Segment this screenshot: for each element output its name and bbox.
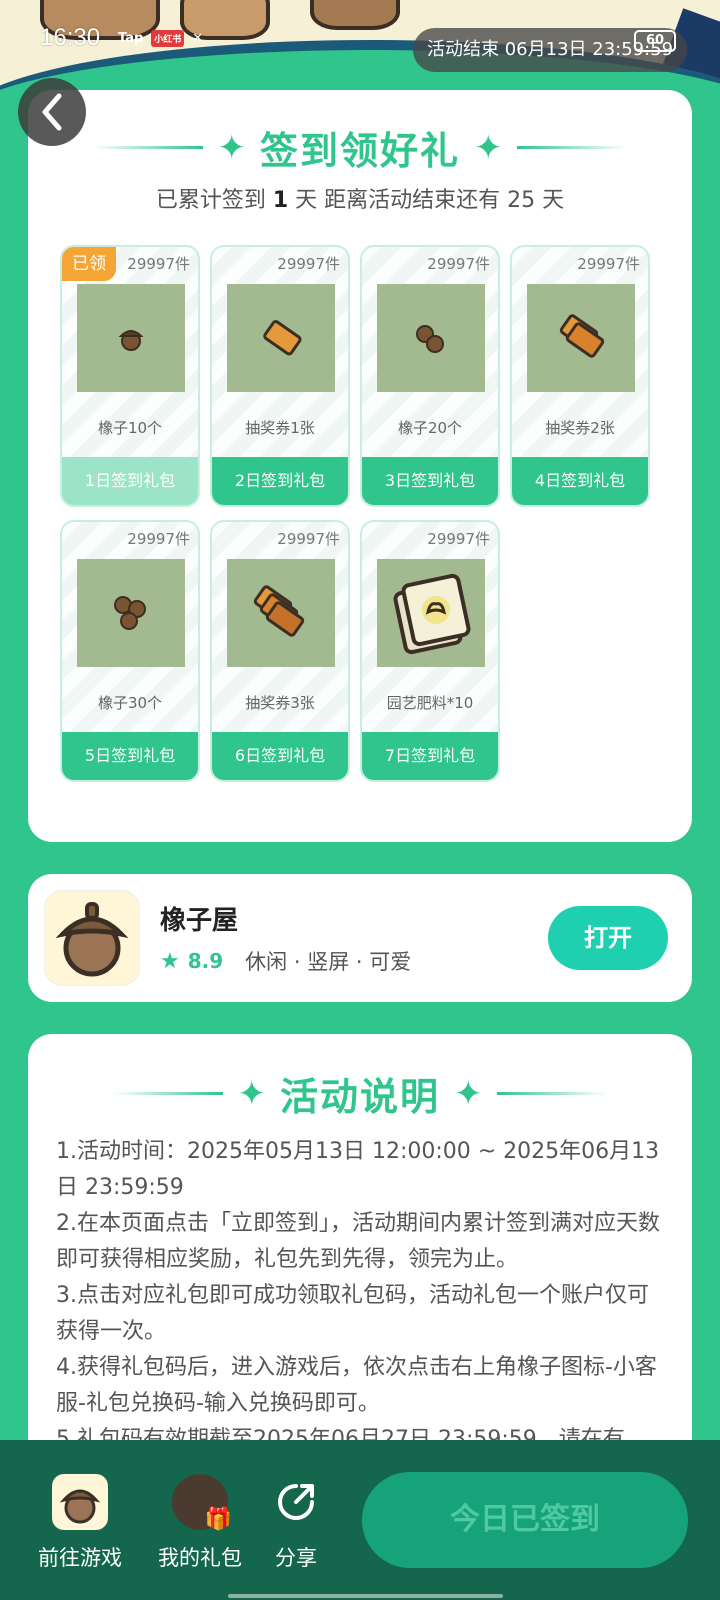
gift-stock: 29997件 [427,530,490,548]
gift-label: 2日签到礼包 [212,457,348,505]
gift-name: 抽奖券2张 [545,419,615,437]
gift-label: 5日签到礼包 [62,732,198,780]
acorn-icon [114,596,146,630]
rule-line: 4.获得礼包码后，进入游戏后，依次点击右上角橡子图标-小客服-礼包兑换码-输入兑… [56,1355,657,1416]
signin-card: ✦ 签到领好礼 ✦ 已累计签到 1 天 距离活动结束还有 25 天 已领 299… [28,90,692,842]
share-tab[interactable]: 分享 [266,1474,326,1572]
app-meta: ★ 8.9 休闲 · 竖屏 · 可爱 [160,946,411,976]
star-icon: ★ [160,948,180,974]
ticket-icon [263,320,302,356]
share-label: 分享 [275,1546,317,1570]
acorn-icon [55,902,129,977]
days-left-count: 25 [507,188,536,213]
gift-card-day1[interactable]: 已领 29997件 橡子10个 1日签到礼包 [60,245,200,507]
gift-thumbnail [227,559,335,667]
gift-card-day6[interactable]: 29997件 抽奖券3张 6日签到礼包 [210,520,350,782]
signed-days-count: 1 [272,188,289,213]
status-bar: 16:30 Tap 小红书 ✕ 活动结束 06月13日 23:59:59 60 [0,0,720,82]
gift-label: 4日签到礼包 [512,457,648,505]
share-icon [268,1474,324,1530]
gift-card-day3[interactable]: 29997件 橡子20个 3日签到礼包 [360,245,500,507]
gift-label: 7日签到礼包 [362,732,498,780]
gift-name: 园艺肥料*10 [386,694,474,712]
gift-name: 橡子20个 [397,419,463,437]
app-card: 橡子屋 ★ 8.9 休闲 · 竖屏 · 可爱 打开 [28,874,692,1002]
fertilizer-icon [393,573,471,655]
rule-line: 1.活动时间：2025年05月13日 12:00:00 ~ 2025年06月13… [56,1139,660,1200]
gift-name: 橡子30个 [97,694,163,712]
gift-thumbnail [377,284,485,392]
open-app-button[interactable]: 打开 [548,906,668,970]
sparkle-icon: ✦ [474,127,503,168]
checked-in-button[interactable]: 今日已签到 [362,1472,688,1568]
tap-app-icon: Tap [118,31,144,46]
acorn-icon [118,330,144,351]
gift-name: 橡子10个 [97,419,163,437]
gift-label: 1日签到礼包 [62,457,198,505]
xiaohongshu-app-icon: 小红书 [151,30,185,47]
gift-stock: 29997件 [427,255,490,273]
gift-thumbnail [77,559,185,667]
gift-thumbnail [227,284,335,392]
gift-stock: 29997件 [127,530,190,548]
gift-card-day2[interactable]: 29997件 抽奖券1张 2日签到礼包 [210,245,350,507]
bottom-action-bar: 前往游戏 🎁 我的礼包 分享 今日已签到 [0,1440,720,1600]
gift-card-day4[interactable]: 29997件 抽奖券2张 4日签到礼包 [510,245,650,507]
gift-label: 6日签到礼包 [212,732,348,780]
ticket-icon [253,585,305,637]
gift-stock: 29997件 [577,255,640,273]
claimed-badge: 已领 [62,247,116,281]
home-indicator [228,1594,503,1598]
my-gifts-tab[interactable]: 🎁 我的礼包 [150,1474,250,1572]
go-game-tab[interactable]: 前往游戏 [30,1474,130,1572]
app-rating: 8.9 [187,949,224,973]
ticket-icon [559,314,605,358]
app-icon[interactable] [44,890,140,986]
fan-icon: ✕ [192,31,204,46]
app-tags: 休闲 · 竖屏 · 可爱 [245,950,412,974]
gift-box-icon: 🎁 [204,1507,232,1532]
signin-title-text: 签到领好礼 [259,129,460,173]
gift-card-day5[interactable]: 29997件 橡子30个 5日签到礼包 [60,520,200,782]
gift-stock: 29997件 [277,530,340,548]
gift-name: 抽奖券3张 [245,694,315,712]
rule-line: 3.点击对应礼包即可成功领取礼包码，活动礼包一个账户仅可获得一次。 [56,1283,649,1344]
go-game-label: 前往游戏 [38,1546,122,1570]
gift-card-day7[interactable]: 29997件 园艺肥料*10 7日签到礼包 [360,520,500,782]
app-name: 橡子屋 [160,906,239,936]
rules-title-text: 活动说明 [279,1075,440,1119]
signin-summary: 已累计签到 1 天 距离活动结束还有 25 天 [155,188,565,213]
rules-text: 1.活动时间：2025年05月13日 12:00:00 ~ 2025年06月13… [56,1134,668,1458]
chevron-left-icon [42,93,62,131]
gift-thumbnail [77,284,185,392]
acorn-icon [416,325,444,353]
rule-line: 2.在本页面点击「立即签到」，活动期间内累计签到满对应天数即可获得相应奖励，礼包… [56,1211,660,1272]
my-gifts-label: 我的礼包 [158,1546,242,1570]
game-acorn-icon [52,1474,108,1530]
battery-icon: 60 [634,30,676,52]
sparkle-icon: ✦ [217,127,246,168]
avatar: 🎁 [172,1474,232,1532]
gift-thumbnail [527,284,635,392]
status-time: 16:30 [40,24,101,51]
sparkle-icon: ✦ [237,1073,266,1114]
rules-title: ✦ 活动说明 ✦ [28,1066,692,1121]
gift-stock: 29997件 [127,255,190,273]
gift-stock: 29997件 [277,255,340,273]
gift-thumbnail [377,559,485,667]
signin-title: ✦ 签到领好礼 ✦ [28,120,692,175]
status-notification-icons: Tap 小红书 ✕ [118,30,203,47]
back-button[interactable] [18,78,86,146]
gift-label: 3日签到礼包 [362,457,498,505]
gift-name: 抽奖券1张 [245,419,315,437]
sparkle-icon: ✦ [454,1073,483,1114]
